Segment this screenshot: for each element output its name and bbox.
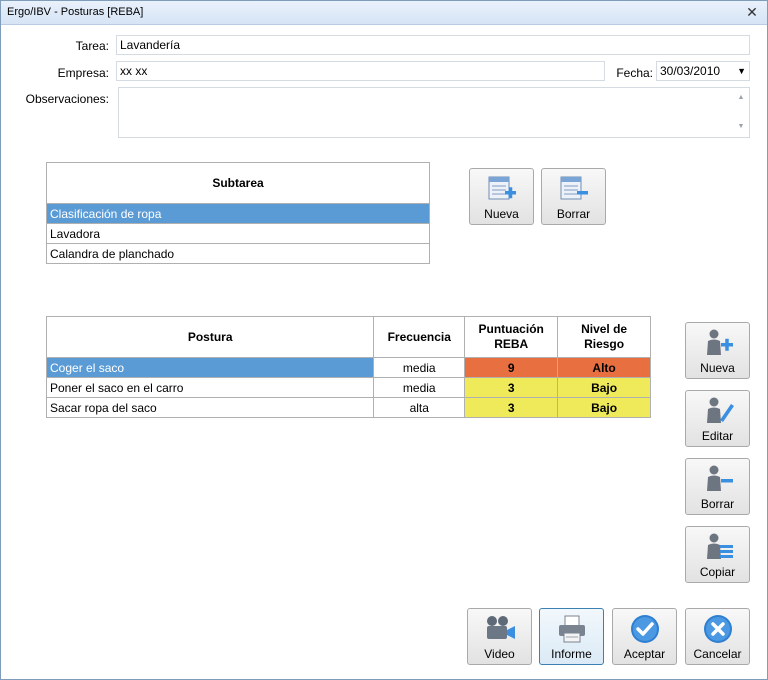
- printer-icon: [558, 615, 585, 643]
- remove-list-icon: [560, 176, 588, 200]
- aceptar-button[interactable]: Aceptar: [612, 608, 677, 665]
- nueva-subtarea-label: Nueva: [484, 207, 519, 221]
- postura-cell[interactable]: Sacar ropa del saco: [45, 397, 375, 418]
- editar-postura-label: Editar: [701, 429, 734, 443]
- subtarea-cell[interactable]: Lavadora: [46, 223, 430, 244]
- window-title: Ergo/IBV - Posturas [REBA]: [7, 6, 144, 18]
- postura-cell[interactable]: Coger el saco: [45, 357, 375, 378]
- puntuacion-cell[interactable]: 9: [464, 357, 559, 378]
- video-camera-icon: [486, 616, 515, 639]
- subtarea-cell[interactable]: Calandra de planchado: [46, 243, 430, 264]
- video-label: Video: [484, 647, 515, 661]
- observaciones-field[interactable]: ▲ ▼: [118, 87, 750, 138]
- table-row[interactable]: Sacar ropa del saco alta 3 Bajo: [45, 397, 651, 418]
- cancelar-label: Cancelar: [693, 647, 742, 661]
- borrar-postura-button[interactable]: Borrar: [685, 458, 750, 515]
- frecuencia-cell[interactable]: media: [373, 357, 466, 378]
- puntuacion-cell[interactable]: 3: [464, 397, 559, 418]
- table-header-row: Subtarea: [46, 162, 430, 204]
- nueva-postura-label: Nueva: [700, 361, 735, 375]
- remove-person-icon: [706, 465, 733, 491]
- tarea-label: Tarea:: [75, 39, 109, 53]
- checkmark-icon: [630, 615, 659, 643]
- nivel-header: Nivel de Riesgo: [557, 316, 651, 358]
- fecha-label: Fecha:: [616, 66, 653, 80]
- copy-person-icon: [706, 533, 733, 559]
- client-area: Tarea: Lavandería Empresa: xx xx Fecha: …: [1, 26, 767, 679]
- table-row[interactable]: Lavadora: [46, 223, 430, 244]
- borrar-postura-label: Borrar: [700, 497, 735, 511]
- scroll-up-icon[interactable]: ▲: [734, 91, 748, 105]
- puntuacion-header: Puntuación REBA: [464, 316, 559, 358]
- table-row[interactable]: Clasificación de ropa: [46, 203, 430, 224]
- close-button[interactable]: ✕: [743, 4, 761, 21]
- cancelar-button[interactable]: Cancelar: [685, 608, 750, 665]
- informe-label: Informe: [551, 647, 592, 661]
- table-header-row: Postura Frecuencia Puntuación REBA Nivel…: [45, 316, 651, 358]
- chevron-down-icon[interactable]: ▼: [737, 62, 746, 80]
- observaciones-scrollbar[interactable]: ▲ ▼: [734, 89, 748, 136]
- add-person-icon: [706, 329, 733, 355]
- subtarea-table: Subtarea Clasificación de ropa Lavadora …: [46, 162, 430, 264]
- editar-postura-button[interactable]: Editar: [685, 390, 750, 447]
- fecha-date-picker[interactable]: 30/03/2010 ▼: [656, 61, 750, 81]
- posturas-window: Ergo/IBV - Posturas [REBA] ✕ Tarea: Lava…: [0, 0, 768, 680]
- frecuencia-cell[interactable]: media: [373, 377, 466, 398]
- observaciones-label: Observaciones:: [25, 92, 109, 106]
- borrar-subtarea-button[interactable]: Borrar: [541, 168, 606, 225]
- nivel-cell[interactable]: Bajo: [557, 377, 651, 398]
- add-list-icon: [488, 176, 516, 200]
- puntuacion-cell[interactable]: 3: [464, 377, 559, 398]
- subtarea-header: Subtarea: [46, 162, 430, 204]
- edit-person-icon: [706, 397, 734, 423]
- copiar-postura-label: Copiar: [699, 565, 736, 579]
- aceptar-label: Aceptar: [623, 647, 666, 661]
- empresa-label: Empresa:: [57, 66, 109, 80]
- scroll-down-icon[interactable]: ▼: [734, 120, 748, 134]
- informe-button[interactable]: Informe: [539, 608, 604, 665]
- subtarea-cell[interactable]: Clasificación de ropa: [46, 203, 430, 224]
- empresa-field[interactable]: xx xx: [116, 61, 605, 81]
- borrar-subtarea-label: Borrar: [556, 207, 591, 221]
- nueva-subtarea-button[interactable]: Nueva: [469, 168, 534, 225]
- postura-cell[interactable]: Poner el saco en el carro: [45, 377, 375, 398]
- postura-header: Postura: [45, 316, 375, 358]
- nivel-cell[interactable]: Alto: [557, 357, 651, 378]
- video-button[interactable]: Video: [467, 608, 532, 665]
- cancel-icon: [703, 615, 732, 643]
- copiar-postura-button[interactable]: Copiar: [685, 526, 750, 583]
- table-row[interactable]: Coger el saco media 9 Alto: [45, 357, 651, 378]
- table-row[interactable]: Poner el saco en el carro media 3 Bajo: [45, 377, 651, 398]
- tarea-field[interactable]: Lavandería: [116, 35, 750, 55]
- frecuencia-cell[interactable]: alta: [373, 397, 466, 418]
- postura-table: Postura Frecuencia Puntuación REBA Nivel…: [45, 316, 651, 418]
- nueva-postura-button[interactable]: Nueva: [685, 322, 750, 379]
- table-row[interactable]: Calandra de planchado: [46, 243, 430, 264]
- fecha-value: 30/03/2010: [660, 64, 721, 78]
- frecuencia-header: Frecuencia: [373, 316, 466, 358]
- title-bar: Ergo/IBV - Posturas [REBA] ✕: [1, 1, 767, 25]
- nivel-cell[interactable]: Bajo: [557, 397, 651, 418]
